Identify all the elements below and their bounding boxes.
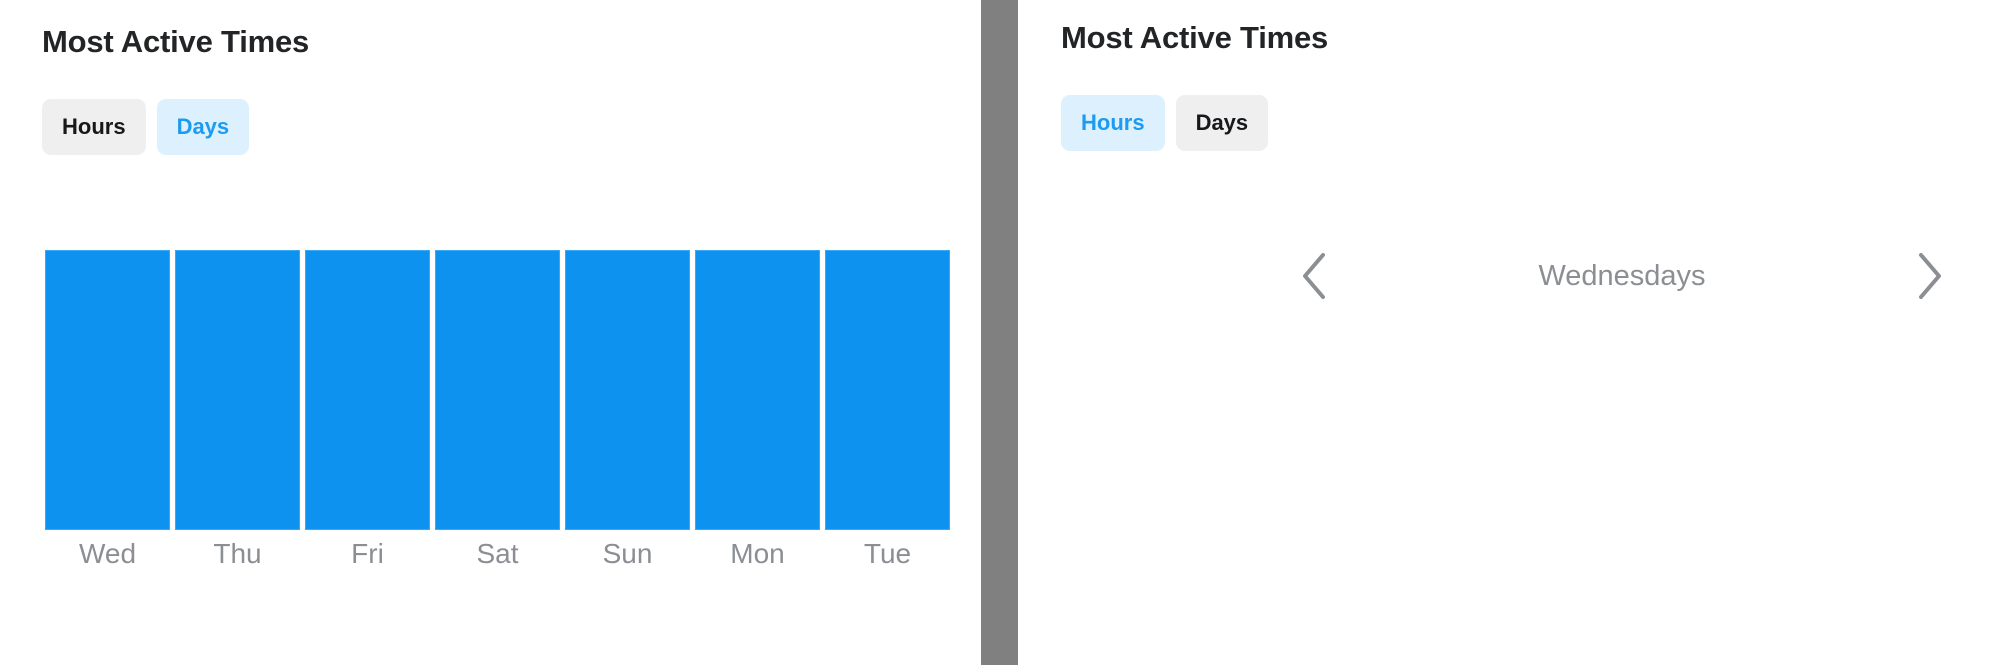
chevron-right-icon[interactable] — [1903, 249, 1957, 303]
tab-days[interactable]: Days — [156, 99, 250, 155]
days-bar[interactable] — [695, 250, 820, 530]
page-title: Most Active Times — [42, 24, 310, 59]
days-bar[interactable] — [825, 250, 950, 530]
tab-days[interactable]: Days — [1175, 95, 1269, 151]
days-bar[interactable] — [565, 250, 690, 530]
day-navigator-label: Wednesdays — [1538, 259, 1706, 292]
days-bar[interactable] — [305, 250, 430, 530]
days-bar-col — [825, 250, 950, 530]
most-active-times-screenshot: Most Active Times Hours Days Wed Thu Fri Sa… — [0, 0, 1999, 665]
days-bar[interactable] — [435, 250, 560, 530]
view-mode-tabs: Hours Days — [1061, 95, 1269, 151]
panel-divider — [981, 0, 1018, 665]
days-axis-labels: Wed Thu Fri Sat Sun Mon Tue — [45, 538, 950, 570]
tab-hours[interactable]: Hours — [42, 99, 146, 155]
panel-most-active-times-days: Most Active Times Hours Days Wed Thu Fri Sa… — [0, 0, 980, 665]
view-mode-tabs: Hours Days — [42, 99, 250, 155]
tab-hours[interactable]: Hours — [1061, 95, 1165, 151]
days-bar-col — [565, 250, 690, 530]
days-axis-label: Mon — [730, 538, 785, 569]
days-axis-label: Tue — [863, 538, 912, 569]
days-bar-col — [45, 250, 170, 530]
days-bar-col — [175, 250, 300, 530]
days-axis-label: Sun — [602, 538, 653, 569]
days-bar-col — [305, 250, 430, 530]
panel-most-active-times-hours: Most Active Times Hours Days Wednesdays … — [1019, 0, 1999, 665]
page-title: Most Active Times — [1061, 20, 1329, 55]
chevron-left-icon[interactable] — [1287, 249, 1341, 303]
days-bar-col — [695, 250, 820, 530]
days-bar[interactable] — [175, 250, 300, 530]
days-axis-label: Fri — [351, 538, 384, 569]
days-bar-col — [435, 250, 560, 530]
days-bar[interactable] — [45, 250, 170, 530]
day-navigator: Wednesdays — [1287, 248, 1957, 304]
days-bar-chart — [45, 250, 950, 530]
days-axis-label: Thu — [213, 538, 262, 569]
days-axis-label: Wed — [78, 538, 137, 569]
days-axis-label: Sat — [476, 538, 519, 569]
